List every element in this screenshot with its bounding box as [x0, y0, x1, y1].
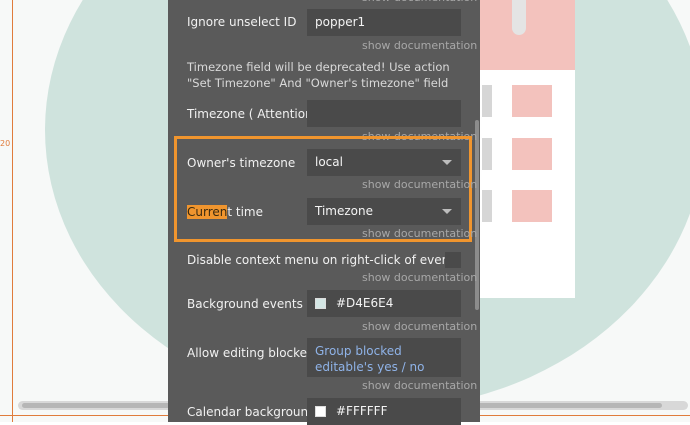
ignore-unselect-id-label: Ignore unselect ID: [187, 15, 297, 29]
allow-editing-blocked-label: Allow editing blocked: [187, 346, 315, 360]
calendar-background-color-value: #FFFFFF: [336, 404, 388, 418]
calendar-cell: [512, 138, 552, 170]
calendar-ring-icon: [512, 0, 526, 35]
current-time-dropdown[interactable]: Timezone: [307, 198, 461, 225]
show-documentation-link[interactable]: show documentation: [362, 178, 477, 191]
show-documentation-link[interactable]: show documentation: [362, 379, 477, 392]
disable-context-menu-label: Disable context menu on right-click of e…: [187, 253, 454, 267]
canvas-guide-line: [12, 0, 13, 422]
show-documentation-link[interactable]: show documentation: [362, 227, 477, 240]
current-time-label: Current time: [187, 205, 263, 219]
timezone-attention-label: Timezone ( Attention:: [187, 107, 317, 121]
show-documentation-link[interactable]: show documentation: [362, 320, 477, 333]
canvas-ruler-marker: 20: [0, 139, 11, 148]
show-documentation-link[interactable]: show documentation: [362, 39, 477, 52]
calendar-cell: [482, 190, 492, 222]
current-time-value: Timezone: [315, 204, 373, 218]
allow-editing-blocked-dynamic-field[interactable]: Group blocked editable's yes / no: [307, 338, 461, 377]
highlighted-text: Curren: [187, 205, 228, 219]
disable-context-menu-checkbox[interactable]: [445, 252, 461, 268]
background-events-color-picker[interactable]: #D4E6E4: [307, 290, 461, 317]
color-swatch: [315, 298, 326, 309]
timezone-deprecation-note: Timezone field will be deprecated! Use a…: [187, 60, 450, 90]
calendar-cell: [512, 190, 552, 222]
show-documentation-link[interactable]: show documentation: [362, 271, 477, 284]
chevron-down-icon: [442, 209, 452, 214]
show-documentation-link[interactable]: show documentation: [362, 0, 477, 4]
background-events-color-label: Background events co: [187, 297, 321, 311]
calendar-background-color-picker[interactable]: #FFFFFF: [307, 398, 461, 425]
owners-timezone-label: Owner's timezone: [187, 156, 296, 170]
calendar-cell: [512, 85, 552, 117]
color-swatch: [315, 406, 326, 417]
calendar-background-label: Calendar background: [187, 405, 316, 419]
owners-timezone-value: local: [315, 155, 343, 169]
calendar-cell: [482, 138, 492, 170]
current-time-label-rest: t time: [227, 205, 264, 219]
chevron-down-icon: [442, 160, 452, 165]
timezone-input[interactable]: [307, 100, 461, 127]
background-events-color-value: #D4E6E4: [336, 296, 394, 310]
owners-timezone-dropdown[interactable]: local: [307, 149, 461, 176]
calendar-cell: [482, 85, 492, 117]
ignore-unselect-id-input[interactable]: popper1: [307, 9, 461, 36]
